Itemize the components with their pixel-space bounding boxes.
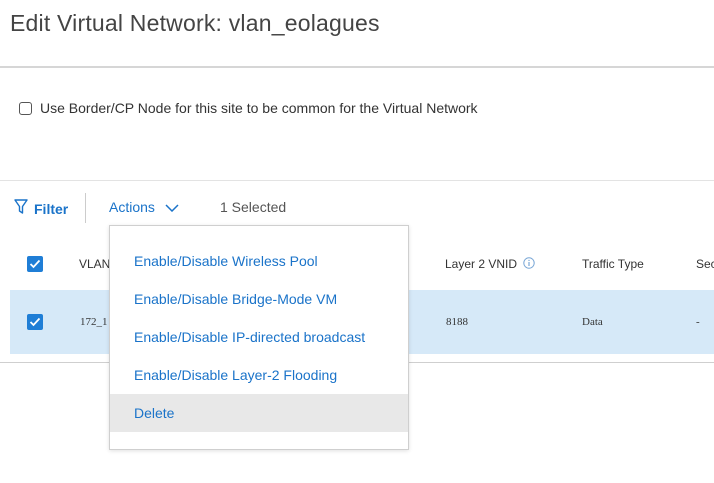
- menu-item-wireless-pool[interactable]: Enable/Disable Wireless Pool: [110, 242, 408, 280]
- actions-dropdown[interactable]: Actions: [109, 199, 179, 215]
- checkmark-icon: [29, 259, 41, 269]
- page-title: Edit Virtual Network: vlan_eolagues: [10, 10, 380, 36]
- filter-label: Filter: [34, 200, 69, 217]
- chevron-down-icon: [155, 199, 179, 215]
- header-vlan[interactable]: VLAN: [79, 257, 110, 271]
- header-traffic-type[interactable]: Traffic Type: [582, 257, 644, 271]
- header-layer2-vnid-label: Layer 2 VNID: [445, 257, 518, 271]
- cell-security: -: [696, 316, 700, 328]
- section-divider: [0, 180, 714, 181]
- menu-item-layer2-flooding[interactable]: Enable/Disable Layer-2 Flooding: [110, 356, 408, 394]
- filter-icon: [14, 199, 34, 218]
- menu-item-ip-directed-broadcast[interactable]: Enable/Disable IP-directed broadcast: [110, 318, 408, 356]
- toolbar-separator: [85, 193, 86, 223]
- header-security[interactable]: Sec: [696, 257, 714, 271]
- table-toolbar: Filter Actions 1 Selected: [0, 190, 714, 226]
- cell-layer2-vnid: 8188: [446, 316, 468, 328]
- checkmark-icon: [29, 317, 41, 327]
- actions-label: Actions: [109, 199, 155, 215]
- menu-item-delete[interactable]: Delete: [110, 394, 408, 432]
- actions-menu: Enable/Disable Wireless Pool Enable/Disa…: [109, 225, 409, 450]
- info-icon[interactable]: [523, 257, 536, 272]
- border-cp-option[interactable]: Use Border/CP Node for this site to be c…: [19, 100, 478, 116]
- border-cp-label: Use Border/CP Node for this site to be c…: [40, 100, 478, 116]
- cell-vlan: 172_1: [80, 316, 108, 328]
- filter-button[interactable]: Filter: [14, 199, 68, 218]
- border-cp-checkbox[interactable]: [19, 101, 32, 115]
- header-layer2-vnid[interactable]: Layer 2 VNID: [445, 257, 536, 272]
- cell-traffic-type: Data: [582, 316, 603, 328]
- select-all-checkbox[interactable]: [27, 256, 43, 272]
- title-divider: [0, 66, 714, 68]
- menu-item-bridge-mode-vm[interactable]: Enable/Disable Bridge-Mode VM: [110, 280, 408, 318]
- selected-count: 1 Selected: [220, 199, 287, 215]
- row-checkbox[interactable]: [27, 314, 43, 330]
